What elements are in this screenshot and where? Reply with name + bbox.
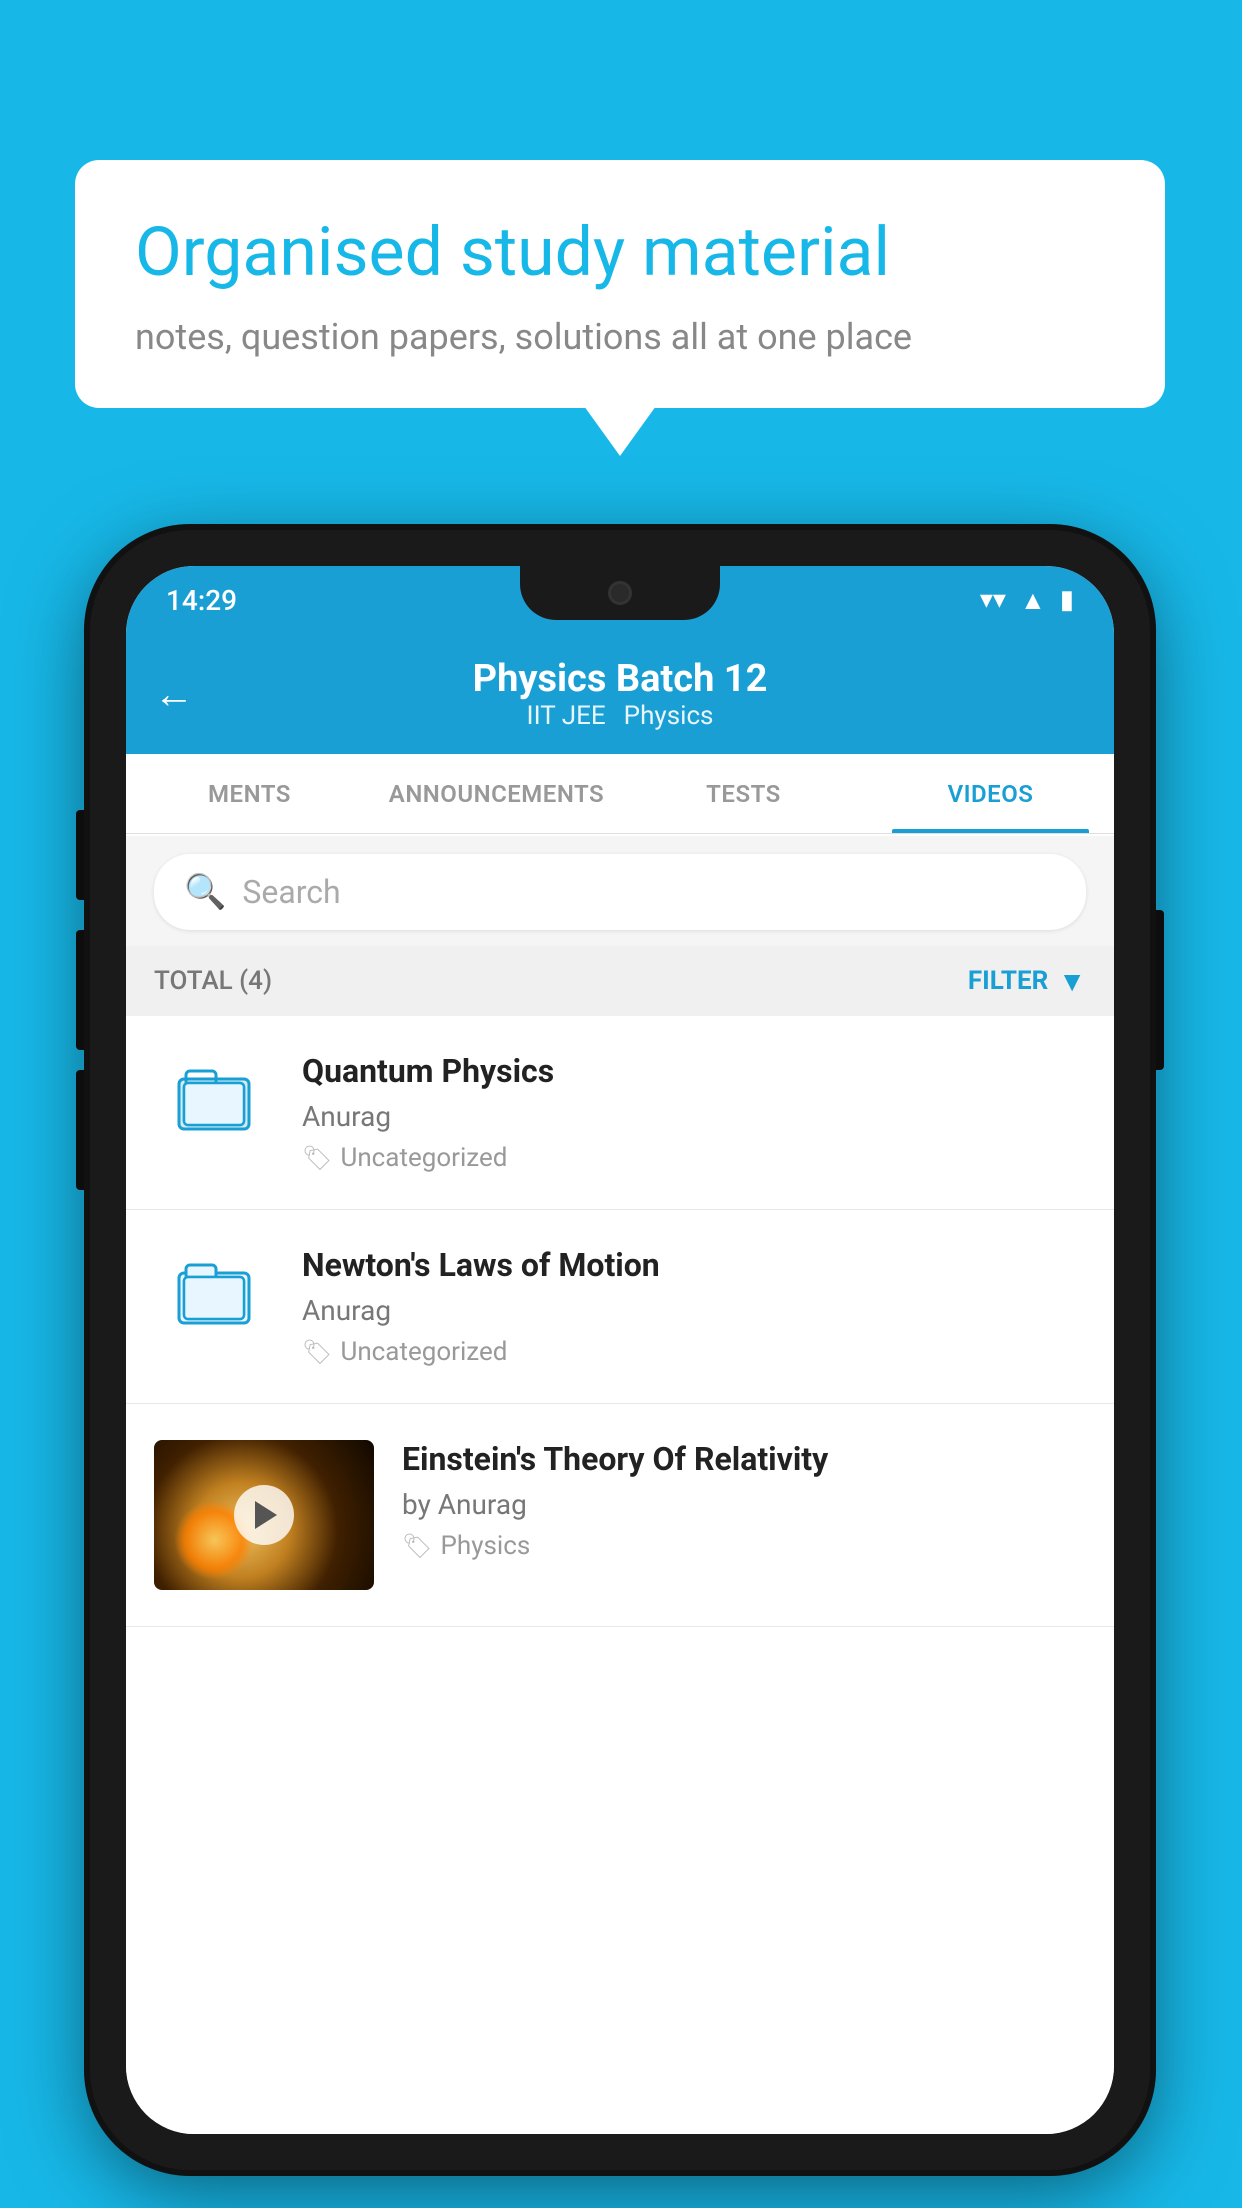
status-icons: ▾▾ ▲ ▮ xyxy=(980,585,1074,616)
app-bar-title: Physics Batch 12 xyxy=(473,657,768,701)
video-author: Anurag xyxy=(302,1294,1086,1327)
tag-icon: 🏷 xyxy=(402,1532,432,1560)
video-title: Einstein's Theory Of Relativity xyxy=(402,1440,1086,1478)
speech-bubble: Organised study material notes, question… xyxy=(75,160,1165,408)
list-item[interactable]: Einstein's Theory Of Relativity by Anura… xyxy=(126,1404,1114,1627)
item-info-einstein: Einstein's Theory Of Relativity by Anura… xyxy=(402,1440,1086,1561)
item-info-quantum: Quantum Physics Anurag 🏷 Uncategorized xyxy=(302,1052,1086,1173)
camera-button xyxy=(76,1070,90,1190)
battery-icon: ▮ xyxy=(1060,585,1074,615)
search-placeholder: Search xyxy=(242,873,340,911)
video-list: Quantum Physics Anurag 🏷 Uncategorized xyxy=(126,1016,1114,2134)
phone-wrapper: 14:29 ▾▾ ▲ ▮ ← Physics Batch 12 IIT JEE … xyxy=(90,530,1150,2170)
app-bar: ← Physics Batch 12 IIT JEE Physics xyxy=(126,634,1114,754)
notch xyxy=(520,566,720,620)
power-button xyxy=(1150,910,1164,1070)
folder-icon xyxy=(174,1057,254,1137)
video-tag: 🏷 Uncategorized xyxy=(302,1143,1086,1173)
search-input-wrapper[interactable]: 🔍 Search xyxy=(154,854,1086,930)
filter-bar: TOTAL (4) FILTER ▼ xyxy=(126,946,1114,1016)
status-time: 14:29 xyxy=(166,584,237,617)
tab-announcements[interactable]: ANNOUNCEMENTS xyxy=(373,754,620,833)
play-icon xyxy=(255,1501,277,1529)
video-tag: 🏷 Physics xyxy=(402,1531,1086,1561)
back-button[interactable]: ← xyxy=(154,671,194,718)
phone-screen: 14:29 ▾▾ ▲ ▮ ← Physics Batch 12 IIT JEE … xyxy=(126,566,1114,2134)
folder-icon xyxy=(174,1251,254,1331)
bubble-subtitle: notes, question papers, solutions all at… xyxy=(135,316,1105,358)
volume-down-button xyxy=(76,930,90,1050)
subtitle-physics: Physics xyxy=(624,701,714,731)
tab-videos[interactable]: VIDEOS xyxy=(867,754,1114,833)
app-bar-subtitle: IIT JEE Physics xyxy=(527,701,714,731)
video-title: Quantum Physics xyxy=(302,1052,1086,1090)
search-bar: 🔍 Search xyxy=(126,836,1114,948)
filter-icon: ▼ xyxy=(1058,965,1086,998)
total-count: TOTAL (4) xyxy=(154,966,272,996)
play-button[interactable] xyxy=(234,1485,294,1545)
list-item[interactable]: Newton's Laws of Motion Anurag 🏷 Uncateg… xyxy=(126,1210,1114,1404)
video-author: by Anurag xyxy=(402,1488,1086,1521)
wifi-icon: ▾▾ xyxy=(980,585,1006,615)
tab-ments[interactable]: MENTS xyxy=(126,754,373,833)
camera-lens xyxy=(608,581,632,605)
signal-icon: ▲ xyxy=(1020,585,1046,616)
tabs-bar: MENTS ANNOUNCEMENTS TESTS VIDEOS xyxy=(126,754,1114,834)
list-item[interactable]: Quantum Physics Anurag 🏷 Uncategorized xyxy=(126,1016,1114,1210)
filter-button[interactable]: FILTER ▼ xyxy=(968,965,1086,998)
video-author: Anurag xyxy=(302,1100,1086,1133)
video-tag: 🏷 Uncategorized xyxy=(302,1337,1086,1367)
tag-icon: 🏷 xyxy=(302,1338,332,1366)
bubble-title: Organised study material xyxy=(135,212,1105,294)
item-thumbnail-quantum xyxy=(154,1052,274,1142)
item-thumbnail-newton xyxy=(154,1246,274,1336)
tab-tests[interactable]: TESTS xyxy=(620,754,867,833)
tag-icon: 🏷 xyxy=(302,1144,332,1172)
filter-label: FILTER xyxy=(968,966,1048,996)
video-title: Newton's Laws of Motion xyxy=(302,1246,1086,1284)
subtitle-iitjee: IIT JEE xyxy=(527,701,606,731)
volume-up-button xyxy=(76,810,90,900)
item-thumbnail-einstein xyxy=(154,1440,374,1590)
search-icon: 🔍 xyxy=(184,872,226,912)
item-info-newton: Newton's Laws of Motion Anurag 🏷 Uncateg… xyxy=(302,1246,1086,1367)
